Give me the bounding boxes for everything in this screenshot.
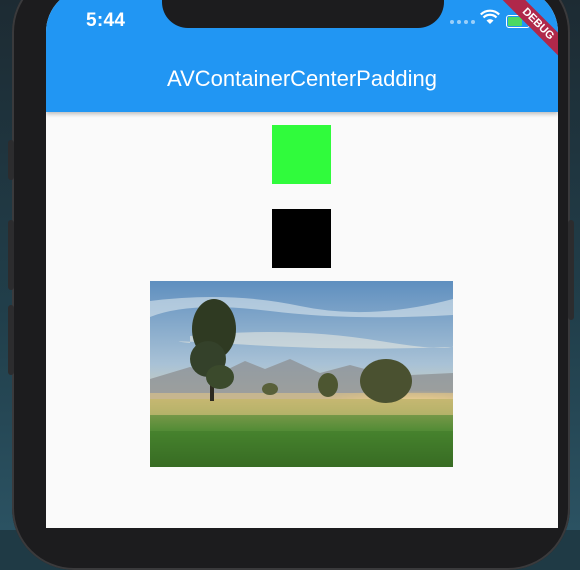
landscape-photo (150, 281, 453, 467)
green-box (272, 125, 331, 184)
power-button (568, 220, 574, 320)
status-time: 5:44 (86, 10, 126, 31)
phone-frame: 5:44 AVContainerCenterPadding DEBUG (8, 0, 574, 570)
device-notch (162, 0, 444, 28)
black-box (272, 209, 331, 268)
debug-banner-label: DEBUG (489, 0, 558, 73)
volume-down-button (8, 305, 14, 375)
app-screen: 5:44 AVContainerCenterPadding DEBUG (46, 0, 558, 528)
volume-up-button (8, 220, 14, 290)
mute-switch (8, 140, 14, 180)
debug-banner: DEBUG (468, 0, 558, 78)
